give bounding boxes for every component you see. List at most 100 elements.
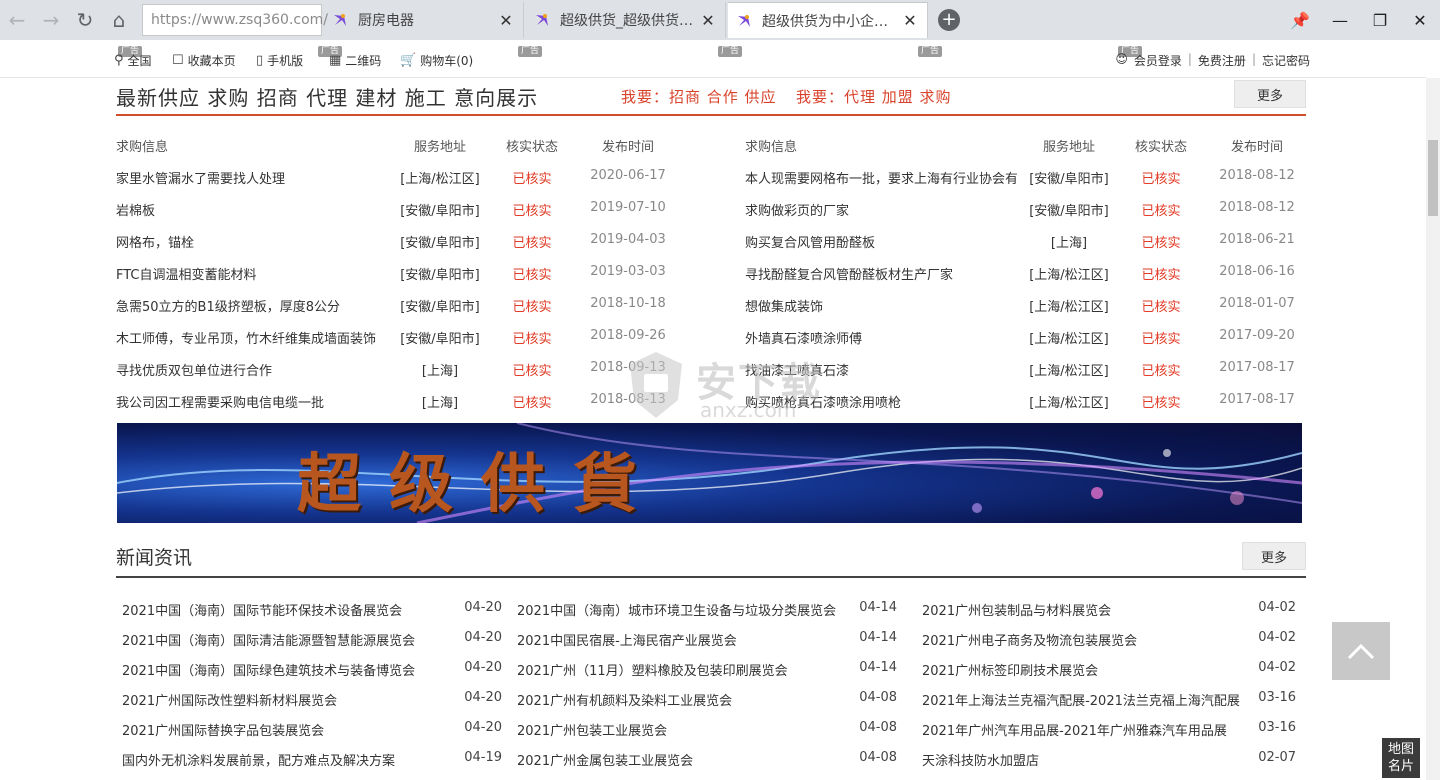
list-item[interactable]: 2021广州金属包装工业展览会 04-08 xyxy=(517,742,897,772)
row-title[interactable]: 外墙真石漆喷涂师傅 xyxy=(745,328,1017,347)
register-link[interactable]: 免费注册 xyxy=(1198,52,1246,69)
scrollbar[interactable] xyxy=(1426,78,1440,780)
table-row[interactable]: 购买复合风管用酚醛板 [上海] 已核实 2018-06-21 xyxy=(745,224,1311,256)
tab-3[interactable]: 超级供货为中小企业提供... ✕ xyxy=(728,2,928,38)
row-title[interactable]: FTC自调温相变蓄能材料 xyxy=(116,264,388,283)
list-item[interactable]: 2021广州国际改性塑料新材料展览会 04-20 xyxy=(122,682,502,712)
table-row[interactable]: 我公司因工程需要采购电信电缆一批 [上海] 已核实 2018-08-13 xyxy=(116,384,682,416)
table-row[interactable]: 本人现需要网格布一批，要求上海有行业协会有 [安徽/阜阳市] 已核实 2018-08-… xyxy=(745,160,1311,192)
restore-icon[interactable]: ❐ xyxy=(1360,0,1400,40)
region-link[interactable]: ⚲ 全国 xyxy=(114,52,152,69)
row-title[interactable]: 求购做彩页的厂家 xyxy=(745,200,1017,219)
pin-icon[interactable]: 📌 xyxy=(1280,0,1320,40)
list-item[interactable]: 2021广州有机颜料及染料工业展览会 04-08 xyxy=(517,682,897,712)
news-title[interactable]: 2021广州（11月）塑料橡胶及包装印刷展览会 xyxy=(517,660,843,679)
want-link-1[interactable]: 我要：招商 合作 供应 xyxy=(621,86,777,107)
list-item[interactable]: 2021年上海法兰克福汽配展-2021法兰克福上海汽配展 03-16 xyxy=(922,682,1302,712)
row-title[interactable]: 我公司因工程需要采购电信电缆一批 xyxy=(116,392,388,411)
news-title[interactable]: 2021中国民宿展-上海民宿产业展览会 xyxy=(517,630,843,649)
news-date: 04-20 xyxy=(464,690,502,705)
table-row[interactable]: 家里水管漏水了需要找人处理 [上海/松江区] 已核实 2020-06-17 xyxy=(116,160,682,192)
list-item[interactable]: 2021广州电子商务及物流包装展览会 04-02 xyxy=(922,622,1302,652)
login-link[interactable]: 会员登录 xyxy=(1134,52,1182,69)
news-title[interactable]: 2021广州国际改性塑料新材料展览会 xyxy=(122,690,448,709)
table-row[interactable]: 寻找酚醛复合风管酚醛板材生产厂家 [上海/松江区] 已核实 2018-06-16 xyxy=(745,256,1311,288)
table-row[interactable]: 木工师傅，专业吊顶，竹木纤维集成墙面装饰 [安徽/阜阳市] 已核实 2018-09-2… xyxy=(116,320,682,352)
row-title[interactable]: 木工师傅，专业吊顶，竹木纤维集成墙面装饰 xyxy=(116,328,388,347)
news-title[interactable]: 天涂科技防水加盟店 xyxy=(922,750,1242,769)
row-title[interactable]: 寻找酚醛复合风管酚醛板材生产厂家 xyxy=(745,264,1017,283)
news-title[interactable]: 2021中国（海南）国际绿色建筑技术与装备博览会 xyxy=(122,660,448,679)
news-title[interactable]: 2021广州电子商务及物流包装展览会 xyxy=(922,630,1242,649)
news-title[interactable]: 2021广州标签印刷技术展览会 xyxy=(922,660,1242,679)
row-title[interactable]: 寻找优质双包单位进行合作 xyxy=(116,360,388,379)
list-item[interactable]: 2021中国（海南）国际绿色建筑技术与装备博览会 04-20 xyxy=(122,652,502,682)
table-row[interactable]: 购买喷枪真石漆喷涂用喷枪 [上海/松江区] 已核实 2017-08-17 xyxy=(745,384,1311,416)
qrcode-link[interactable]: ▦ 二维码 xyxy=(329,52,381,69)
list-item[interactable]: 2021广州标签印刷技术展览会 04-02 xyxy=(922,652,1302,682)
mobile-link[interactable]: ▯ 手机版 xyxy=(256,52,303,69)
list-item[interactable]: 2021年广州汽车用品展-2021年广州雅森汽车用品展 03-16 xyxy=(922,712,1302,742)
news-title[interactable]: 2021中国（海南）国际清洁能源暨智慧能源展览会 xyxy=(122,630,448,649)
list-item[interactable]: 天涂科技防水加盟店 02-07 xyxy=(922,742,1302,772)
row-title[interactable]: 网格布，锚栓 xyxy=(116,232,388,251)
list-item[interactable]: 2021中国（海南）城市环境卫生设备与垃圾分类展览会 04-14 xyxy=(517,592,897,622)
news-title[interactable]: 2021中国（海南）城市环境卫生设备与垃圾分类展览会 xyxy=(517,600,843,619)
list-item[interactable]: 2021中国（海南）国际节能环保技术设备展览会 04-20 xyxy=(122,592,502,622)
supply-more-button[interactable]: 更多 xyxy=(1234,80,1306,108)
news-title[interactable]: 2021年上海法兰克福汽配展-2021法兰克福上海汽配展 xyxy=(922,690,1242,709)
table-row[interactable]: 想做集成装饰 [上海/松江区] 已核实 2018-01-07 xyxy=(745,288,1311,320)
row-title[interactable]: 急需50立方的B1级挤塑板，厚度8公分 xyxy=(116,296,388,315)
forward-icon[interactable]: → xyxy=(34,0,68,40)
tab-close-icon[interactable]: ✕ xyxy=(497,11,515,30)
news-title[interactable]: 2021广州包装工业展览会 xyxy=(517,720,843,739)
cart-link[interactable]: 🛒 购物车(0) xyxy=(400,52,473,69)
table-row[interactable]: 急需50立方的B1级挤塑板，厚度8公分 [安徽/阜阳市] 已核实 2018-10-18 xyxy=(116,288,682,320)
tab-close-icon[interactable]: ✕ xyxy=(901,11,919,30)
news-title[interactable]: 2021年广州汽车用品展-2021年广州雅森汽车用品展 xyxy=(922,720,1242,739)
list-item[interactable]: 2021广州包装制品与材料展览会 04-02 xyxy=(922,592,1302,622)
table-row[interactable]: 寻找优质双包单位进行合作 [上海] 已核实 2018-09-13 xyxy=(116,352,682,384)
table-row[interactable]: 找油漆工喷真石漆 [上海/松江区] 已核实 2017-08-17 xyxy=(745,352,1311,384)
want-link-2[interactable]: 我要：代理 加盟 求购 xyxy=(796,86,952,107)
reload-icon[interactable]: ↻ xyxy=(68,0,102,40)
forgot-password-link[interactable]: 忘记密码 xyxy=(1262,52,1310,69)
table-row[interactable]: 求购做彩页的厂家 [安徽/阜阳市] 已核实 2018-08-12 xyxy=(745,192,1311,224)
row-title[interactable]: 购买复合风管用酚醛板 xyxy=(745,232,1017,251)
promo-banner[interactable]: 超级供貨 xyxy=(117,423,1302,523)
table-row[interactable]: 网格布，锚栓 [安徽/阜阳市] 已核实 2019-04-03 xyxy=(116,224,682,256)
back-to-top-button[interactable] xyxy=(1332,622,1390,680)
tab-1[interactable]: 厨房电器 ✕ xyxy=(324,2,524,38)
close-window-icon[interactable]: ✕ xyxy=(1400,0,1440,40)
news-more-button[interactable]: 更多 xyxy=(1242,542,1306,570)
row-title[interactable]: 想做集成装饰 xyxy=(745,296,1017,315)
tab-close-icon[interactable]: ✕ xyxy=(699,11,717,30)
row-title[interactable]: 岩棉板 xyxy=(116,200,388,219)
list-item[interactable]: 2021广州国际替换字品包装展览会 04-20 xyxy=(122,712,502,742)
table-row[interactable]: FTC自调温相变蓄能材料 [安徽/阜阳市] 已核实 2019-03-03 xyxy=(116,256,682,288)
bookmark-link[interactable]: ☐ 收藏本页 xyxy=(172,52,236,69)
news-title[interactable]: 国内外无机涂料发展前景，配方难点及解决方案 xyxy=(122,750,448,769)
list-item[interactable]: 2021广州（11月）塑料橡胶及包装印刷展览会 04-14 xyxy=(517,652,897,682)
news-title[interactable]: 2021中国（海南）国际节能环保技术设备展览会 xyxy=(122,600,448,619)
news-title[interactable]: 2021广州有机颜料及染料工业展览会 xyxy=(517,690,843,709)
news-title[interactable]: 2021广州金属包装工业展览会 xyxy=(517,750,843,769)
back-icon[interactable]: ← xyxy=(0,0,34,40)
list-item[interactable]: 2021广州包装工业展览会 04-08 xyxy=(517,712,897,742)
map-card-button[interactable]: 地图名片 xyxy=(1382,738,1420,778)
news-title[interactable]: 2021广州包装制品与材料展览会 xyxy=(922,600,1242,619)
news-title[interactable]: 2021广州国际替换字品包装展览会 xyxy=(122,720,448,739)
home-icon[interactable]: ⌂ xyxy=(102,0,136,40)
tab-2[interactable]: 超级供货_超级供货平台... ✕ xyxy=(526,2,726,38)
row-title[interactable]: 家里水管漏水了需要找人处理 xyxy=(116,168,388,187)
new-tab-icon[interactable]: + xyxy=(938,9,960,31)
address-bar[interactable]: https://www.zsq360.com/ xyxy=(142,4,328,36)
scrollbar-thumb[interactable] xyxy=(1428,140,1438,216)
minimize-icon[interactable]: — xyxy=(1320,0,1360,40)
table-row[interactable]: 岩棉板 [安徽/阜阳市] 已核实 2019-07-10 xyxy=(116,192,682,224)
row-title[interactable]: 本人现需要网格布一批，要求上海有行业协会有 xyxy=(745,168,1017,187)
table-row[interactable]: 外墙真石漆喷涂师傅 [上海/松江区] 已核实 2017-09-20 xyxy=(745,320,1311,352)
list-item[interactable]: 国内外无机涂料发展前景，配方难点及解决方案 04-19 xyxy=(122,742,502,772)
list-item[interactable]: 2021中国民宿展-上海民宿产业展览会 04-14 xyxy=(517,622,897,652)
list-item[interactable]: 2021中国（海南）国际清洁能源暨智慧能源展览会 04-20 xyxy=(122,622,502,652)
